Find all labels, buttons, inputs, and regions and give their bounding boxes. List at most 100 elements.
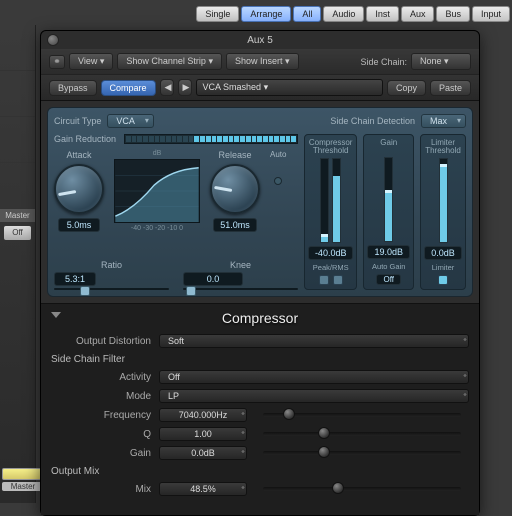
limiter-toggle[interactable] xyxy=(438,275,448,285)
frequency-label: Frequency xyxy=(51,410,151,421)
frequency-slider[interactable] xyxy=(263,413,461,417)
threshold-value[interactable]: -40.0dB xyxy=(308,246,354,260)
master-label: Master xyxy=(0,209,35,222)
show-insert-menu[interactable]: Show Insert ▾ xyxy=(226,53,299,70)
plugin-toolbar: ⚭ View ▾ Show Channel Strip ▾ Show Inser… xyxy=(41,49,479,75)
output-distortion-select[interactable]: Soft xyxy=(159,334,469,348)
bypass-button[interactable]: Bypass xyxy=(49,80,97,96)
limiter-label: Limiter Threshold xyxy=(424,139,462,155)
preset-prev-button[interactable]: ◀ xyxy=(160,79,174,96)
gain-slider[interactable] xyxy=(384,157,393,242)
threshold-meter[interactable] xyxy=(320,158,329,243)
gain-reduction-meter xyxy=(124,134,298,144)
q-value[interactable]: 1.00 xyxy=(159,427,247,441)
tab-single[interactable]: Single xyxy=(196,6,239,22)
scf-gain-label: Gain xyxy=(51,448,151,459)
peak-toggle[interactable] xyxy=(319,275,329,285)
transfer-curve xyxy=(114,159,200,223)
release-value[interactable]: 51.0ms xyxy=(213,218,257,232)
disclosure-icon[interactable] xyxy=(51,312,61,318)
view-tabs: Single Arrange All Audio Inst Aux Bus In… xyxy=(0,0,512,22)
side-chain-select[interactable]: None ▾ xyxy=(411,53,471,70)
plugin-title: Aux 5 xyxy=(247,35,273,46)
ratio-value[interactable]: 5.3:1 xyxy=(54,272,96,286)
q-label: Q xyxy=(51,429,151,440)
tab-aux[interactable]: Aux xyxy=(401,6,435,22)
attack-label: Attack xyxy=(66,150,91,160)
close-icon[interactable] xyxy=(47,34,59,46)
activity-select[interactable]: Off xyxy=(159,370,469,384)
tab-bus[interactable]: Bus xyxy=(436,6,470,22)
curve-xticks: -40 -30 -20 -10 0 xyxy=(131,225,183,232)
preset-name[interactable]: VCA Smashed ▾ xyxy=(196,79,383,96)
ratio-slider[interactable] xyxy=(54,288,169,290)
limiter-column: Limiter Threshold 0.0dB Limiter xyxy=(420,134,466,290)
attack-value[interactable]: 5.0ms xyxy=(58,218,100,232)
master-strip-label: Master xyxy=(2,482,44,491)
plugin-titlebar: Aux 5 xyxy=(41,31,479,49)
tab-audio[interactable]: Audio xyxy=(323,6,364,22)
preset-next-button[interactable]: ▶ xyxy=(178,79,192,96)
mix-label: Mix xyxy=(51,484,151,495)
mixer-left-column: Master Off xyxy=(0,25,36,503)
scf-gain-value[interactable]: 0.0dB xyxy=(159,446,247,460)
auto-label: Auto xyxy=(270,150,286,159)
autogain-select[interactable]: Off xyxy=(376,274,401,285)
tab-arrange[interactable]: Arrange xyxy=(241,6,291,22)
preset-toolbar: Bypass Compare ◀ ▶ VCA Smashed ▾ Copy Pa… xyxy=(41,75,479,101)
threshold-meter-r xyxy=(332,158,341,243)
tab-inst[interactable]: Inst xyxy=(366,6,399,22)
activity-label: Activity xyxy=(51,372,151,383)
output-mix-label: Output Mix xyxy=(51,466,469,477)
knee-slider[interactable] xyxy=(183,288,298,290)
mix-slider[interactable] xyxy=(263,487,461,491)
knee-label: Knee xyxy=(183,260,298,270)
master-fader-handle[interactable] xyxy=(2,468,44,480)
show-channel-strip-menu[interactable]: Show Channel Strip ▾ xyxy=(117,53,222,70)
bottom-master-strip: Master xyxy=(2,468,44,491)
output-distortion-label: Output Distortion xyxy=(51,336,151,347)
ratio-label: Ratio xyxy=(54,260,169,270)
threshold-column: Compressor Threshold -40.0dB Peak/RMS xyxy=(304,134,358,290)
meters-block: Compressor Threshold -40.0dB Peak/RMS xyxy=(304,134,466,290)
scf-gain-slider[interactable] xyxy=(263,451,461,455)
gain-label: Gain xyxy=(380,139,397,147)
side-chain-label: Side Chain: xyxy=(360,57,407,67)
rms-toggle[interactable] xyxy=(333,275,343,285)
mode-label: Mode xyxy=(51,391,151,402)
scd-select[interactable]: Max xyxy=(421,114,466,128)
mix-value[interactable]: 48.5% xyxy=(159,482,247,496)
release-label: Release xyxy=(218,150,251,160)
tab-all[interactable]: All xyxy=(293,6,321,22)
compressor-panel: Circuit Type VCA Side Chain Detection Ma… xyxy=(47,107,473,297)
release-knob[interactable] xyxy=(210,164,260,214)
limiter-value[interactable]: 0.0dB xyxy=(424,246,462,260)
auto-led[interactable] xyxy=(274,177,282,185)
link-icon[interactable]: ⚭ xyxy=(49,55,65,69)
paste-button[interactable]: Paste xyxy=(430,80,471,96)
gain-column: Gain 19.0dB Auto Gain Off xyxy=(363,134,414,290)
extended-params-panel: Compressor Output Distortion Soft Side C… xyxy=(41,303,479,515)
circuit-type-label: Circuit Type xyxy=(54,116,101,126)
peak-rms-label: Peak/RMS xyxy=(313,263,349,272)
copy-button[interactable]: Copy xyxy=(387,80,426,96)
extended-header: Compressor xyxy=(51,310,469,326)
attack-knob[interactable] xyxy=(54,164,104,214)
tab-input[interactable]: Input xyxy=(472,6,510,22)
circuit-type-select[interactable]: VCA xyxy=(107,114,154,128)
scd-label: Side Chain Detection xyxy=(330,116,415,126)
limiter-slider[interactable] xyxy=(439,158,448,243)
plugin-window: Aux 5 ⚭ View ▾ Show Channel Strip ▾ Show… xyxy=(40,30,480,516)
knee-value[interactable]: 0.0 xyxy=(183,272,243,286)
limiter-small-label: Limiter xyxy=(432,263,455,272)
frequency-value[interactable]: 7040.000Hz xyxy=(159,408,247,422)
side-chain-filter-label: Side Chain Filter xyxy=(51,354,469,365)
off-button[interactable]: Off xyxy=(4,226,31,240)
compare-button[interactable]: Compare xyxy=(101,80,156,96)
autogain-label: Auto Gain xyxy=(372,262,405,271)
db-label: dB xyxy=(153,150,162,157)
mode-select[interactable]: LP xyxy=(159,389,469,403)
q-slider[interactable] xyxy=(263,432,461,436)
view-menu[interactable]: View ▾ xyxy=(69,53,113,70)
gain-value[interactable]: 19.0dB xyxy=(367,245,410,259)
